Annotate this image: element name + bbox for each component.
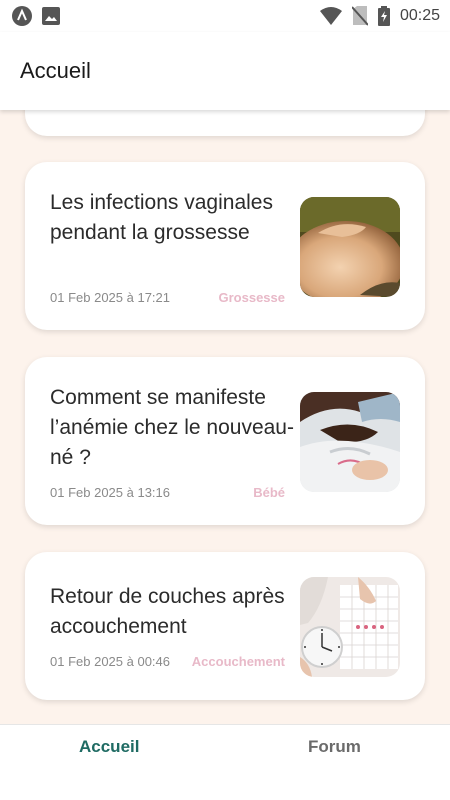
article-title: Retour de couches après accouchement <box>50 585 285 638</box>
status-time: 00:25 <box>399 7 440 24</box>
wifi-icon <box>319 7 342 25</box>
article-card-partial[interactable] <box>25 110 425 136</box>
pregnant-belly-image <box>300 197 400 297</box>
article-category: Bébé <box>253 485 285 500</box>
page-title: Accueil <box>20 58 91 83</box>
article-date: 01 Feb 2025 à 13:16 <box>50 485 170 500</box>
article-category: Grossesse <box>218 290 286 305</box>
article-meta: 01 Feb 2025 à 00:46 Accouchement <box>50 654 285 669</box>
article-date: 01 Feb 2025 à 17:21 <box>50 290 170 305</box>
article-date: 01 Feb 2025 à 00:46 <box>50 654 170 669</box>
newborn-image <box>300 392 400 492</box>
article-meta: 01 Feb 2025 à 17:21 Grossesse <box>50 290 285 305</box>
article-category: Accouchement <box>191 654 285 669</box>
article-title: Comment se manifeste l’anémie chez le no… <box>50 386 294 469</box>
article-list[interactable]: Les infections vaginales pendant la gros… <box>0 110 450 724</box>
article-card[interactable]: Retour de couches après accouchement 01 … <box>25 552 425 700</box>
article-title: Les infections vaginales pendant la gros… <box>50 191 273 244</box>
status-right: 00:25 <box>319 6 440 26</box>
image-icon <box>42 7 60 25</box>
app-bar: Accueil <box>0 32 450 110</box>
calendar-clock-image <box>300 577 400 677</box>
article-meta: 01 Feb 2025 à 13:16 Bébé <box>50 485 285 500</box>
nav-tab-forum[interactable]: Forum <box>308 737 361 757</box>
no-sim-icon <box>351 6 368 26</box>
article-card[interactable]: Comment se manifeste l’anémie chez le no… <box>25 357 425 525</box>
status-left <box>12 6 60 26</box>
status-bar: 00:25 <box>0 0 450 32</box>
article-card[interactable]: Les infections vaginales pendant la gros… <box>25 162 425 330</box>
app-a-icon <box>12 6 32 26</box>
bottom-nav: Accueil Forum <box>0 724 450 800</box>
battery-charging-icon <box>377 6 390 26</box>
nav-tab-accueil[interactable]: Accueil <box>79 737 139 757</box>
